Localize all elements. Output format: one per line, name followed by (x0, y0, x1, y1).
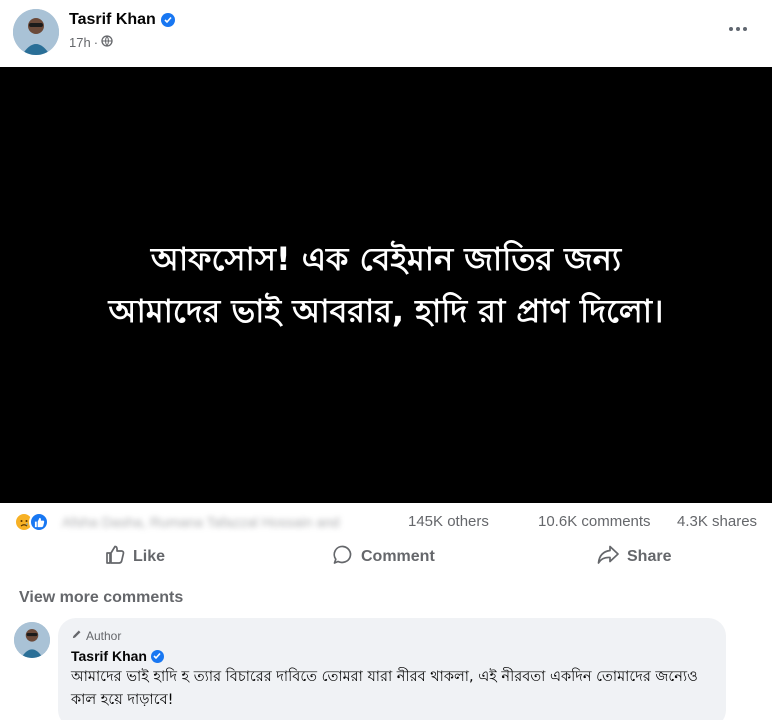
comment-author-name[interactable]: Tasrif Khan (71, 648, 147, 664)
more-icon[interactable] (724, 15, 752, 43)
like-reaction-icon (29, 512, 49, 532)
pencil-icon (71, 629, 82, 643)
author-badge: Author (71, 629, 121, 643)
comment-icon (332, 544, 354, 571)
share-icon (596, 544, 620, 571)
meta-separator: · (93, 35, 99, 50)
comment-author[interactable]: Tasrif Khan (71, 648, 164, 664)
post-author-name[interactable]: Tasrif Khan (69, 11, 175, 29)
like-icon (104, 544, 126, 571)
share-button[interactable]: Share (596, 540, 671, 574)
post-author-label[interactable]: Tasrif Khan (69, 11, 156, 29)
shares-count[interactable]: 4.3K shares (677, 513, 757, 530)
post-time[interactable]: 17h (69, 35, 91, 50)
view-more-comments-link[interactable]: View more comments (19, 589, 183, 607)
verified-icon (160, 13, 175, 27)
post-image[interactable]: আফসোস! এক বেইমান জাতির জন্য আমাদের ভাই আ… (0, 67, 772, 503)
image-text-line-2: আমাদের ভাই আবরার, হাদি রা প্রাণ দিলো। (108, 292, 664, 330)
verified-icon (150, 649, 164, 663)
comment-button[interactable]: Comment (332, 540, 435, 574)
author-avatar[interactable] (13, 9, 59, 55)
reaction-icons[interactable] (14, 512, 49, 532)
comments-count[interactable]: 10.6K comments (538, 513, 651, 530)
globe-icon (101, 35, 113, 50)
reactors-names[interactable]: Afsha Dasha, Rumana Tafazzal Hossain and (62, 514, 340, 530)
post-meta: 17h · (69, 35, 113, 50)
post-header: Tasrif Khan 17h · (0, 0, 772, 66)
like-label: Like (133, 548, 166, 565)
share-label: Share (627, 548, 672, 565)
action-bar: Like Comment Share (0, 538, 772, 576)
comment-text: আমাদের ভাই হাদি হ ত্যার বিচারের দাবিতে ত… (71, 669, 698, 708)
reactions-bar: Afsha Dasha, Rumana Tafazzal Hossain and… (0, 507, 772, 537)
like-button[interactable]: Like (104, 540, 165, 574)
image-text-line-1: আফসোস! এক বেইমান জাতির জন্য (150, 240, 622, 278)
comment-author-avatar[interactable] (14, 622, 50, 658)
author-badge-label: Author (86, 629, 122, 643)
reactions-count[interactable]: 145K others (408, 513, 489, 530)
comment-label: Comment (361, 548, 435, 565)
comment-bubble: Author Tasrif Khan আমাদের ভাই হাদি হ ত্য… (58, 618, 726, 720)
